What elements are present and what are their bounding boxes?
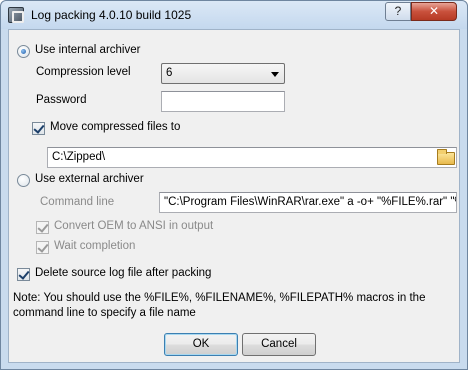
external-archiver-radio[interactable] xyxy=(17,174,30,187)
delete-source-label: Delete source log file after packing xyxy=(35,267,212,279)
move-path-value: C:\Zipped\ xyxy=(52,151,106,163)
ok-button[interactable]: OK xyxy=(164,333,238,356)
command-line-value: "C:\Program Files\WinRAR\rar.exe" a -o+ … xyxy=(164,196,457,208)
app-icon xyxy=(8,7,24,23)
move-path-field[interactable]: C:\Zipped\ xyxy=(47,147,457,168)
convert-oem-label: Convert OEM to ANSI in output xyxy=(54,220,214,232)
external-archiver-label: Use external archiver xyxy=(35,173,144,185)
password-label: Password xyxy=(36,94,87,106)
window-title: Log packing 4.0.10 build 1025 xyxy=(31,8,192,22)
cancel-button[interactable]: Cancel xyxy=(242,333,316,356)
internal-archiver-label: Use internal archiver xyxy=(35,44,141,56)
help-button[interactable]: ? xyxy=(385,2,411,21)
convert-oem-checkbox[interactable] xyxy=(36,221,49,234)
move-compressed-label: Move compressed files to xyxy=(50,121,181,133)
compression-level-label: Compression level xyxy=(36,66,131,78)
dialog-body: Use internal archiver Compression level … xyxy=(8,29,460,363)
password-field[interactable] xyxy=(161,91,285,112)
internal-archiver-radio[interactable] xyxy=(17,45,30,58)
wait-completion-label: Wait completion xyxy=(54,240,136,252)
folder-icon[interactable] xyxy=(437,149,455,165)
macro-note: Note: You should use the %FILE%, %FILENA… xyxy=(13,292,426,319)
title-bar[interactable]: Log packing 4.0.10 build 1025 ? ✕ xyxy=(1,1,467,29)
compression-level-select[interactable]: 6 xyxy=(161,63,285,84)
compression-level-value: 6 xyxy=(166,67,173,79)
close-button[interactable]: ✕ xyxy=(411,2,457,21)
wait-completion-checkbox[interactable] xyxy=(36,241,49,254)
command-line-label: Command line xyxy=(40,196,115,208)
move-compressed-checkbox[interactable] xyxy=(32,122,45,135)
dialog-window: Log packing 4.0.10 build 1025 ? ✕ Use in… xyxy=(0,0,468,370)
chevron-down-icon xyxy=(271,72,279,77)
command-line-field[interactable]: "C:\Program Files\WinRAR\rar.exe" a -o+ … xyxy=(159,192,457,213)
delete-source-checkbox[interactable] xyxy=(17,268,30,281)
